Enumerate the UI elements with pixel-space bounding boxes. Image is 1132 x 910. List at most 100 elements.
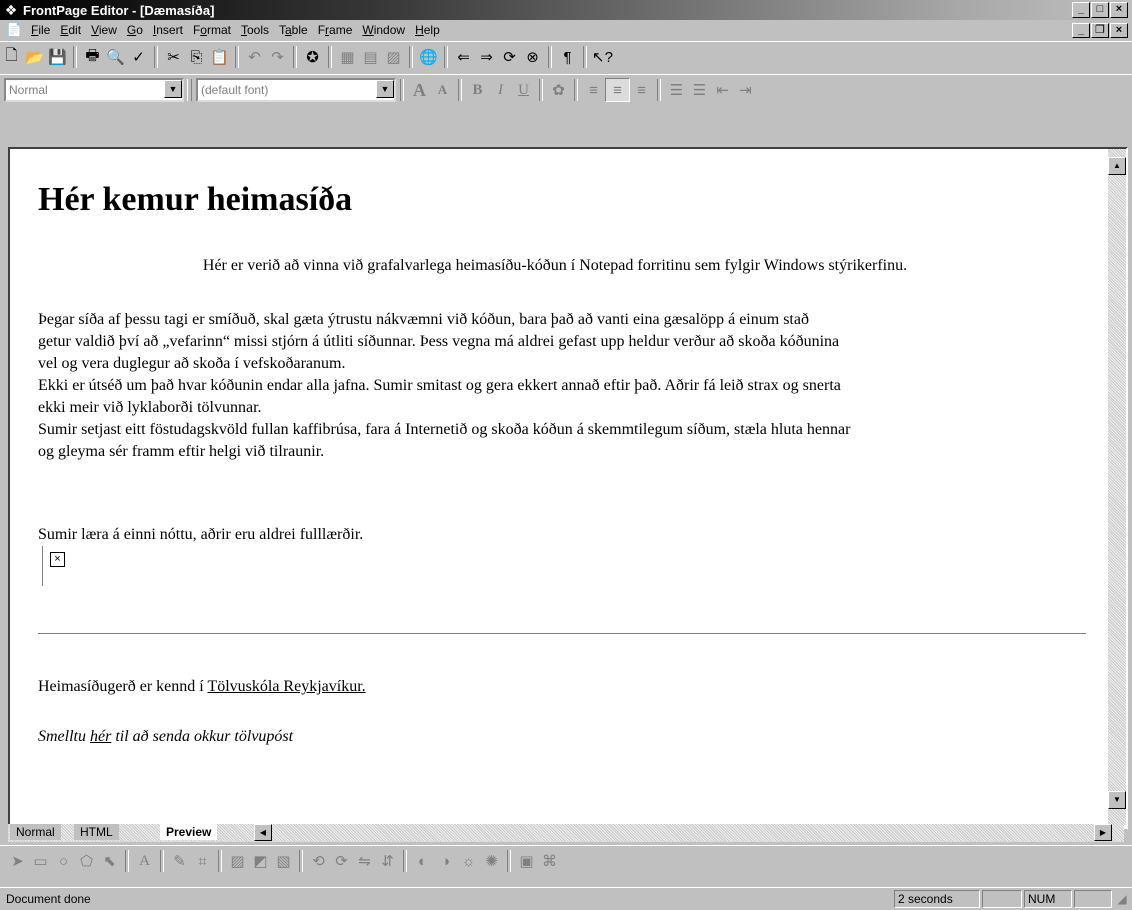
stop-icon[interactable]: ⊗ bbox=[521, 46, 544, 68]
tab-preview[interactable]: Preview bbox=[160, 824, 218, 840]
select-arrow-icon[interactable]: ➤ bbox=[6, 850, 29, 872]
load-time-panel: 2 seconds bbox=[894, 890, 980, 908]
frontpage-app-icon[interactable]: ❖ bbox=[3, 2, 19, 18]
menu-edit[interactable]: Edit bbox=[55, 23, 86, 37]
black-white-icon[interactable]: ◩ bbox=[249, 850, 272, 872]
hyperlink-icon[interactable]: 🌐 bbox=[417, 46, 440, 68]
copy-icon[interactable]: ⎘ bbox=[185, 46, 208, 68]
title-bar[interactable]: ❖ FrontPage Editor - [Dæmasíða] _ □ × bbox=[0, 0, 1132, 20]
back-arrow-icon[interactable]: ⇐ bbox=[452, 46, 475, 68]
show-paragraph-marks-icon[interactable]: ¶ bbox=[556, 46, 579, 68]
document-icon[interactable]: 📄 bbox=[6, 22, 22, 38]
menu-table[interactable]: Table bbox=[274, 23, 313, 37]
increase-indent-icon[interactable]: ⇥ bbox=[734, 79, 757, 101]
insert-grid-icon[interactable]: ▤ bbox=[359, 46, 382, 68]
menu-insert[interactable]: Insert bbox=[148, 23, 188, 37]
insert-image-icon[interactable]: ▨ bbox=[382, 46, 405, 68]
italic-icon[interactable]: I bbox=[489, 79, 512, 101]
menu-file[interactable]: File bbox=[26, 23, 55, 37]
increase-font-size-icon[interactable]: A bbox=[408, 79, 431, 101]
scroll-right-icon[interactable]: ▶ bbox=[1094, 824, 1112, 841]
webbot-icon[interactable]: ✪ bbox=[301, 46, 324, 68]
rotate-right-icon[interactable]: ⟳ bbox=[330, 850, 353, 872]
scroll-down-icon[interactable]: ▼ bbox=[1108, 791, 1126, 809]
underline-icon[interactable]: U bbox=[512, 79, 535, 101]
restore-image-icon[interactable]: ▧ bbox=[272, 850, 295, 872]
undo-icon[interactable]: ↶ bbox=[243, 46, 266, 68]
bulleted-list-icon[interactable]: ☰ bbox=[688, 79, 711, 101]
circle-icon[interactable]: ○ bbox=[52, 850, 75, 872]
less-brightness-icon[interactable]: ✺ bbox=[480, 850, 503, 872]
font-dropdown[interactable]: (default font) ▼ bbox=[196, 78, 396, 102]
align-right-icon[interactable]: ≡ bbox=[630, 79, 653, 101]
help-pointer-icon[interactable]: ↖? bbox=[591, 46, 614, 68]
doc-close-button[interactable]: × bbox=[1110, 23, 1128, 38]
forward-arrow-icon[interactable]: ⇒ bbox=[475, 46, 498, 68]
menu-window[interactable]: Window bbox=[357, 23, 410, 37]
style-dropdown[interactable]: Normal ▼ bbox=[4, 78, 184, 102]
print-icon[interactable]: 🖶 bbox=[81, 46, 104, 68]
bold-icon[interactable]: B bbox=[466, 79, 489, 101]
tab-normal[interactable]: Normal bbox=[10, 824, 61, 840]
doc-minimize-button[interactable]: _ bbox=[1072, 23, 1090, 38]
menu-go[interactable]: Go bbox=[122, 23, 148, 37]
spelling-icon[interactable]: ✓ bbox=[127, 46, 150, 68]
crop-icon[interactable]: ⌗ bbox=[191, 850, 214, 872]
less-contrast-icon[interactable]: ◑ bbox=[434, 850, 457, 872]
more-contrast-icon[interactable]: ◐ bbox=[411, 850, 434, 872]
menu-tools[interactable]: Tools bbox=[236, 23, 274, 37]
paragraph-2-line-1: Ekki er útséð um það hvar kóðunin endar … bbox=[38, 377, 841, 394]
decrease-indent-icon[interactable]: ⇤ bbox=[711, 79, 734, 101]
print-preview-icon[interactable]: 🔍 bbox=[104, 46, 127, 68]
resize-grip-icon[interactable]: ◢ bbox=[1112, 892, 1132, 906]
make-transparent-icon[interactable]: ✎ bbox=[168, 850, 191, 872]
cut-icon[interactable]: ✂ bbox=[162, 46, 185, 68]
vertical-scrollbar[interactable]: ▲ ▼ bbox=[1108, 149, 1126, 825]
text-tool-icon[interactable]: A bbox=[133, 850, 156, 872]
menu-view[interactable]: View bbox=[86, 23, 122, 37]
text-color-icon[interactable]: ✿ bbox=[547, 79, 570, 101]
menu-frame[interactable]: Frame bbox=[313, 23, 358, 37]
highlight-hotspots-icon[interactable]: ⬉ bbox=[98, 850, 121, 872]
menu-format[interactable]: Format bbox=[188, 23, 236, 37]
paste-icon[interactable]: 📋 bbox=[208, 46, 231, 68]
mail-paragraph: Smelltu hér til að senda okkur tölvupóst bbox=[38, 726, 1088, 748]
doc-restore-button[interactable]: ❐ bbox=[1091, 23, 1109, 38]
resample-icon[interactable]: ⌘ bbox=[538, 850, 561, 872]
mail-link[interactable]: hér bbox=[90, 728, 111, 745]
redo-icon[interactable]: ↷ bbox=[266, 46, 289, 68]
minimize-button[interactable]: _ bbox=[1072, 2, 1090, 18]
numbered-list-icon[interactable]: ☰ bbox=[665, 79, 688, 101]
toolbar-separator bbox=[458, 79, 462, 101]
scroll-up-icon[interactable]: ▲ bbox=[1108, 157, 1126, 175]
chevron-down-icon[interactable]: ▼ bbox=[376, 80, 394, 98]
chevron-down-icon[interactable]: ▼ bbox=[164, 80, 182, 98]
tab-html[interactable]: HTML bbox=[74, 824, 119, 840]
refresh-icon[interactable]: ⟳ bbox=[498, 46, 521, 68]
flip-horizontal-icon[interactable]: ⇋ bbox=[353, 850, 376, 872]
rotate-left-icon[interactable]: ⟲ bbox=[307, 850, 330, 872]
new-page-icon[interactable]: 🗋 bbox=[0, 46, 23, 68]
toolbar-separator bbox=[299, 850, 303, 872]
polygon-icon[interactable]: ⬠ bbox=[75, 850, 98, 872]
broken-image-icon: × bbox=[50, 552, 65, 567]
broken-image-placeholder[interactable]: × bbox=[42, 546, 67, 586]
rectangle-icon[interactable]: ▭ bbox=[29, 850, 52, 872]
document-editor-area[interactable]: Hér kemur heimasíða Hér er verið að vinn… bbox=[8, 147, 1128, 829]
school-link[interactable]: Tölvuskóla Reykjavíkur. bbox=[207, 678, 365, 695]
bevel-icon[interactable]: ▣ bbox=[515, 850, 538, 872]
close-button[interactable]: × bbox=[1110, 2, 1128, 18]
washout-icon[interactable]: ▨ bbox=[226, 850, 249, 872]
horizontal-rule bbox=[38, 633, 1086, 634]
align-left-icon[interactable]: ≡ bbox=[582, 79, 605, 101]
insert-table-icon[interactable]: ▦ bbox=[336, 46, 359, 68]
save-icon[interactable]: 💾 bbox=[46, 46, 69, 68]
more-brightness-icon[interactable]: ☼ bbox=[457, 850, 480, 872]
scroll-left-icon[interactable]: ◀ bbox=[254, 824, 272, 841]
maximize-button[interactable]: □ bbox=[1091, 2, 1109, 18]
align-center-icon[interactable]: ≡ bbox=[605, 78, 630, 102]
decrease-font-size-icon[interactable]: A bbox=[431, 79, 454, 101]
flip-vertical-icon[interactable]: ⇵ bbox=[376, 850, 399, 872]
open-folder-icon[interactable]: 📂 bbox=[23, 46, 46, 68]
menu-help[interactable]: Help bbox=[410, 23, 445, 37]
